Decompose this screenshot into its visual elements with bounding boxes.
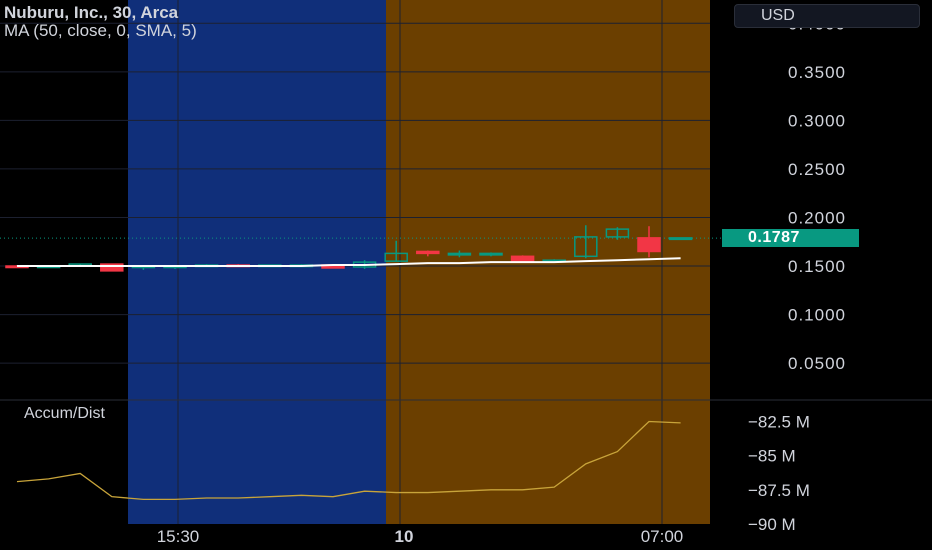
candle-body: [416, 250, 440, 255]
symbol-title[interactable]: Nuburu, Inc., 30, Arca: [4, 3, 178, 23]
time-axis[interactable]: 15:30 10 07:00: [157, 527, 684, 546]
indicator-axis[interactable]: −82.5 M −85 M −87.5 M −90 M: [748, 413, 810, 535]
chart-canvas[interactable]: 0.0500 0.1000 0.1500 0.2000 0.2500 0.3000 0.35…: [0, 0, 932, 550]
candle-body: [668, 237, 693, 241]
last-price-tag: 0.1787: [722, 229, 859, 248]
price-tick-label: 0.2500: [788, 160, 846, 179]
price-tick-label: 0.2000: [788, 208, 846, 227]
indicator-tick-label: −87.5 M: [748, 481, 810, 500]
price-axis[interactable]: 0.0500 0.1000 0.1500 0.2000 0.2500 0.3000 0.35…: [788, 14, 846, 373]
time-tick-label: 07:00: [641, 527, 684, 546]
time-tick-label: 10: [395, 527, 414, 546]
candle-body: [510, 255, 535, 262]
price-tick-label: 0.1000: [788, 306, 846, 325]
session-highlight-blue: [128, 0, 386, 524]
indicator-tick-label: −82.5 M: [748, 413, 810, 432]
price-tick-label: 0.3500: [788, 63, 846, 82]
candle-body: [637, 237, 661, 253]
candle-body: [447, 252, 472, 256]
accum-dist-label[interactable]: Accum/Dist: [24, 405, 105, 423]
price-tick-label: 0.3000: [788, 111, 846, 130]
time-tick-label: 15:30: [157, 527, 200, 546]
indicator-tick-label: −90 M: [748, 515, 796, 534]
price-tick-label: 0.0500: [788, 354, 846, 373]
ma-indicator-label[interactable]: MA (50, close, 0, SMA, 5): [4, 21, 197, 41]
price-tick-label: 0.1500: [788, 257, 846, 276]
indicator-tick-label: −85 M: [748, 447, 796, 466]
candle-body: [479, 252, 503, 256]
currency-selector[interactable]: USD: [734, 4, 920, 28]
